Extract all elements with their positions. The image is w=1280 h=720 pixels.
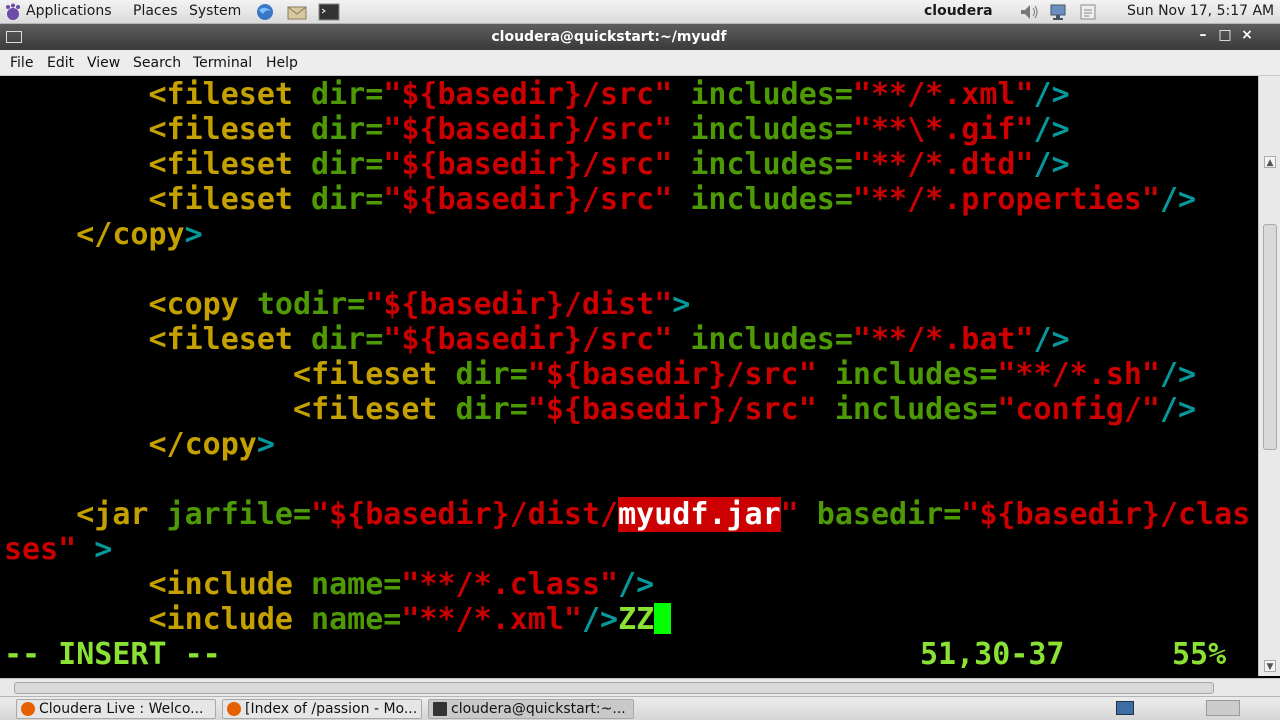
terminal-menubar: File Edit View Search Terminal Help	[0, 50, 1280, 76]
task-terminal[interactable]: cloudera@quickstart:~...	[428, 699, 634, 719]
code-line: </copy>	[148, 427, 275, 462]
menu-file[interactable]: File	[10, 55, 33, 71]
places-menu[interactable]: Places	[133, 3, 178, 19]
task-firefox-cloudera[interactable]: Cloudera Live : Welco...	[16, 699, 216, 719]
user-name[interactable]: cloudera	[924, 3, 993, 19]
minimize-button[interactable]: –	[1194, 27, 1212, 43]
applications-menu[interactable]: Applications	[26, 3, 112, 19]
show-desktop-icon[interactable]	[1206, 700, 1240, 716]
code-line: <fileset dir="${basedir}/src" includes="…	[148, 147, 1070, 182]
search-highlight: myudf.jar	[618, 497, 781, 532]
volume-icon[interactable]	[1018, 2, 1040, 22]
system-menu[interactable]: System	[189, 3, 241, 19]
close-button[interactable]: ×	[1238, 27, 1256, 43]
code-line: <jar jarfile="${basedir}/dist/myudf.jar"…	[76, 497, 1251, 532]
scrollbar-thumb[interactable]	[14, 682, 1214, 694]
code-line: <fileset dir="${basedir}/src" includes="…	[148, 322, 1070, 357]
firefox-icon	[21, 702, 35, 716]
gnome-foot-icon[interactable]	[4, 3, 22, 21]
network-icon[interactable]	[1048, 2, 1070, 22]
code-line: <include name="**/*.xml"/>ZZ	[4, 602, 672, 637]
mail-launcher-icon[interactable]	[286, 2, 308, 22]
maximize-button[interactable]: □	[1216, 27, 1234, 43]
code-line: <fileset dir="${basedir}/src" includes="…	[292, 357, 1197, 392]
terminal-launcher-icon[interactable]	[318, 2, 340, 22]
workspace-switcher-icon[interactable]	[1116, 701, 1134, 715]
menu-edit[interactable]: Edit	[47, 55, 74, 71]
code-line: ses" >	[4, 532, 113, 567]
terminal-content[interactable]: <fileset dir="${basedir}/src" includes="…	[0, 76, 1258, 674]
code-line: <copy todir="${basedir}/dist">	[148, 287, 691, 322]
code-line: <fileset dir="${basedir}/src" includes="…	[292, 392, 1197, 427]
menu-terminal[interactable]: Terminal	[193, 55, 252, 71]
updates-icon[interactable]	[1078, 2, 1100, 22]
terminal-icon	[433, 702, 447, 716]
window-title: cloudera@quickstart:~/myudf	[491, 29, 727, 45]
menu-help[interactable]: Help	[266, 55, 298, 71]
firefox-icon	[227, 702, 241, 716]
menu-search[interactable]: Search	[133, 55, 181, 71]
code-line: <fileset dir="${basedir}/src" includes="…	[148, 77, 1070, 112]
scroll-down-icon[interactable]: ▼	[1264, 660, 1276, 672]
clock[interactable]: Sun Nov 17, 5:17 AM	[1127, 3, 1274, 19]
code-line: <fileset dir="${basedir}/src" includes="…	[148, 112, 1070, 147]
vertical-scrollbar[interactable]: ▲ ▼	[1258, 76, 1280, 676]
horizontal-scrollbar[interactable]	[0, 678, 1280, 696]
cursor-position: 51,30-37	[920, 637, 1065, 672]
menu-view[interactable]: View	[87, 55, 120, 71]
code-line: <include name="**/*.class"/>	[148, 567, 655, 602]
taskbar: Cloudera Live : Welco... [Index of /pass…	[0, 696, 1280, 720]
scroll-up-icon[interactable]: ▲	[1264, 156, 1276, 168]
text-cursor	[654, 603, 672, 634]
window-titlebar[interactable]: cloudera@quickstart:~/myudf – □ ×	[0, 24, 1280, 50]
browser-launcher-icon[interactable]	[254, 2, 276, 22]
top-panel: Applications Places System cloudera Sun …	[0, 0, 1280, 24]
vim-mode-indicator: -- INSERT --	[4, 637, 221, 672]
scrollbar-thumb[interactable]	[1263, 224, 1277, 450]
code-line: </copy>	[76, 217, 203, 252]
code-line: <fileset dir="${basedir}/src" includes="…	[148, 182, 1197, 217]
task-firefox-index[interactable]: [Index of /passion - Mo...	[222, 699, 422, 719]
scroll-percent: 55%	[1172, 637, 1227, 672]
